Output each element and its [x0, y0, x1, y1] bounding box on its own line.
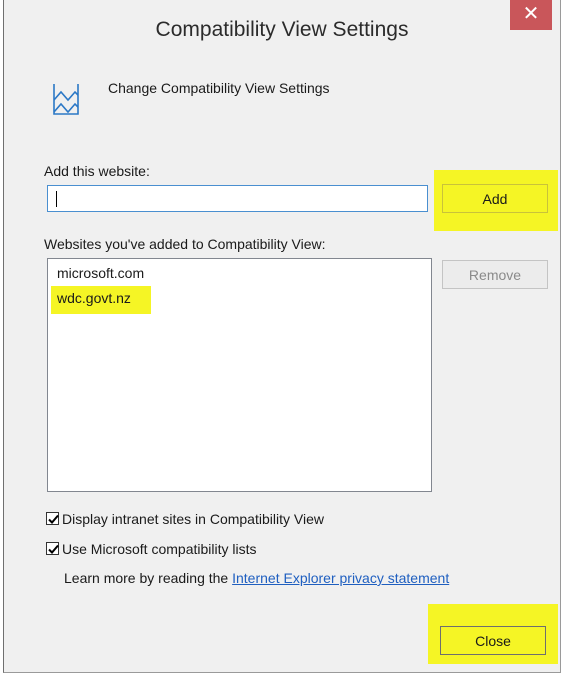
compatibility-view-dialog: Compatibility View Settings ✕ Change Com… — [3, 0, 561, 673]
check-icon — [48, 544, 59, 554]
check-icon — [48, 514, 59, 524]
privacy-statement-link[interactable]: Internet Explorer privacy statement — [232, 570, 449, 586]
title-bar[interactable]: Compatibility View Settings ✕ — [4, 0, 560, 62]
text-caret — [56, 191, 57, 207]
header-text: Change Compatibility View Settings — [108, 80, 330, 96]
remove-button[interactable]: Remove — [442, 260, 548, 289]
learn-more-text: Learn more by reading the Internet Explo… — [64, 570, 449, 586]
ms-lists-label[interactable]: Use Microsoft compatibility lists — [62, 541, 257, 557]
sites-list-label: Websites you've added to Compatibility V… — [44, 236, 326, 252]
close-icon: ✕ — [522, 3, 540, 25]
dialog-title: Compatibility View Settings — [155, 18, 409, 41]
intranet-checkbox[interactable] — [46, 512, 59, 525]
sites-listbox[interactable]: microsoft.com wdc.govt.nz — [47, 258, 432, 492]
close-button[interactable]: Close — [440, 626, 546, 655]
list-item[interactable]: wdc.govt.nz — [57, 290, 131, 306]
add-button[interactable]: Add — [442, 184, 548, 213]
compatibility-view-icon — [51, 78, 81, 118]
ms-lists-checkbox[interactable] — [46, 542, 59, 555]
list-item[interactable]: microsoft.com — [57, 265, 144, 281]
add-website-input[interactable] — [47, 185, 428, 212]
intranet-label[interactable]: Display intranet sites in Compatibility … — [62, 511, 324, 527]
title-close-button[interactable]: ✕ — [510, 0, 552, 30]
learn-more-prefix: Learn more by reading the — [64, 570, 233, 586]
add-website-label: Add this website: — [44, 163, 150, 179]
